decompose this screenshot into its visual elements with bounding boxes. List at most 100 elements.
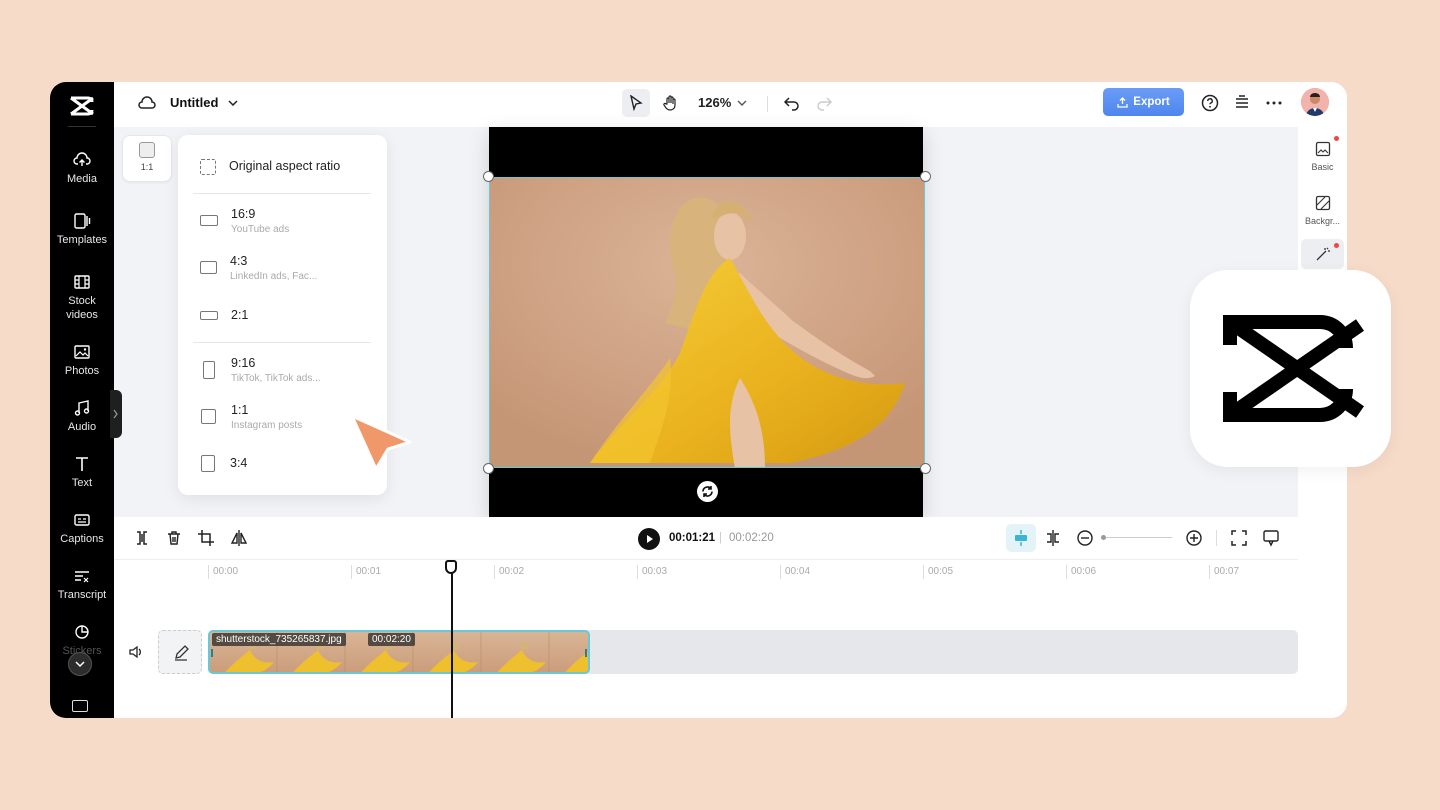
ratio-label: 3:4 xyxy=(230,456,248,470)
resize-handle[interactable] xyxy=(920,463,931,474)
ratio-label: 1:1 xyxy=(231,403,249,417)
ratio-9-16-icon xyxy=(203,361,215,379)
track-edit-button[interactable] xyxy=(158,630,202,674)
sidebar-item-label: Captions xyxy=(60,533,104,545)
scroll-more-button[interactable] xyxy=(68,652,92,676)
ratio-3-4-icon xyxy=(201,455,215,472)
timeline-ruler[interactable]: 00:00 00:01 00:02 00:03 00:04 00:05 00:0… xyxy=(114,561,1298,579)
pencil-icon xyxy=(175,645,189,661)
hand-icon xyxy=(662,95,676,111)
ruler-tick: 00:07 xyxy=(1209,565,1239,579)
play-button[interactable] xyxy=(638,528,660,550)
sidebar-item-text[interactable]: Text xyxy=(50,456,114,490)
timeline-panel: 00:01:21 | 00:02:20 00:00 00:01 00:02 00… xyxy=(114,517,1298,718)
select-tool-button[interactable] xyxy=(622,89,650,117)
avatar[interactable] xyxy=(1301,88,1329,116)
panel-tab-basic[interactable]: Basic xyxy=(1298,141,1347,172)
sidebar-item-stock-videos[interactable]: Stock videos xyxy=(50,274,114,322)
ratio-16-9-icon xyxy=(200,215,218,226)
aspect-ratio-button[interactable]: 1:1 xyxy=(122,135,172,182)
aspect-ratio-value: 1:1 xyxy=(140,162,154,172)
menu-item-9-16[interactable]: 9:16 TikTok, TikTok ads... xyxy=(200,356,321,384)
sidebar-item-label: Audio xyxy=(67,421,97,433)
resize-handle[interactable] xyxy=(920,171,931,182)
zoom-slider[interactable] xyxy=(1102,537,1172,538)
ratio-label: 9:16 xyxy=(231,356,256,370)
menu-item-16-9[interactable]: 16:9 YouTube ads xyxy=(200,207,289,235)
clip-trim-handle-left[interactable] xyxy=(211,649,213,657)
music-note-icon xyxy=(74,400,90,416)
feedback-icon[interactable] xyxy=(1262,529,1280,547)
zoom-value: 126% xyxy=(698,95,732,110)
resize-handle[interactable] xyxy=(483,171,494,182)
resize-handle[interactable] xyxy=(483,463,494,474)
menu-item-2-1[interactable]: 2:1 xyxy=(200,308,248,323)
sidebar-item-photos[interactable]: Photos xyxy=(50,344,114,378)
more-options-icon[interactable] xyxy=(1265,94,1283,112)
zoom-dropdown[interactable]: 126% xyxy=(698,95,747,110)
ruler-tick: 00:06 xyxy=(1066,565,1096,579)
sidebar-item-label: Templates xyxy=(56,234,108,246)
hand-tool-button[interactable] xyxy=(656,89,684,117)
playhead[interactable] xyxy=(451,563,453,718)
menu-item-original-ratio[interactable]: Original aspect ratio xyxy=(200,159,340,175)
chevron-down-icon xyxy=(75,661,85,668)
playhead-handle[interactable] xyxy=(445,560,457,574)
ruler-tick: 00:02 xyxy=(494,565,524,579)
export-label: Export xyxy=(1133,96,1170,108)
divider xyxy=(68,126,96,127)
layers-icon[interactable] xyxy=(1233,94,1251,112)
sidebar-item-templates[interactable]: Templates xyxy=(50,213,114,247)
split-icon[interactable] xyxy=(133,529,151,547)
sidebar-item-transcript[interactable]: Transcript xyxy=(50,568,114,602)
preview-canvas[interactable] xyxy=(483,127,931,517)
clip-trim-handle-right[interactable] xyxy=(585,649,587,657)
selected-photo[interactable] xyxy=(489,177,925,468)
project-title[interactable]: Untitled xyxy=(170,95,238,110)
export-button[interactable]: Export xyxy=(1103,88,1184,116)
menu-item-1-1[interactable]: 1:1 Instagram posts xyxy=(200,403,302,431)
volume-icon[interactable] xyxy=(128,644,144,660)
sidebar-item-captions[interactable]: Captions xyxy=(50,512,114,546)
cursor-icon xyxy=(630,95,643,111)
menu-item-3-4[interactable]: 3:4 xyxy=(200,455,248,472)
captions-icon xyxy=(74,514,90,526)
image-icon xyxy=(1315,141,1330,157)
clip-duration: 00:02:20 xyxy=(368,633,415,646)
flip-icon[interactable] xyxy=(230,529,248,547)
divider xyxy=(767,96,768,112)
redo-icon[interactable] xyxy=(815,94,833,112)
notification-dot xyxy=(1334,243,1339,248)
help-icon[interactable] xyxy=(1201,94,1219,112)
text-icon xyxy=(76,457,88,471)
transcript-icon xyxy=(75,571,89,583)
timeline-toolbar: 00:01:21 | 00:02:20 xyxy=(114,517,1298,559)
ratio-description: LinkedIn ads, Fac... xyxy=(230,271,318,282)
zoom-out-icon[interactable] xyxy=(1076,529,1094,547)
panel-tab-background[interactable]: Backgr... xyxy=(1298,195,1347,226)
collapse-panel-handle[interactable] xyxy=(110,390,122,438)
divider xyxy=(193,342,371,343)
keyboard-icon[interactable] xyxy=(72,700,88,712)
sidebar-item-label: Photos xyxy=(64,365,100,377)
clip-filename: shutterstock_735265837.jpg xyxy=(212,633,346,646)
rotate-button[interactable] xyxy=(697,481,718,502)
magnet-snap-button[interactable] xyxy=(1006,524,1036,552)
zoom-in-icon[interactable] xyxy=(1185,529,1203,547)
menu-item-4-3[interactable]: 4:3 LinkedIn ads, Fac... xyxy=(200,254,317,282)
play-icon xyxy=(647,535,653,543)
crop-icon[interactable] xyxy=(197,529,215,547)
fullscreen-icon[interactable] xyxy=(1230,529,1248,547)
ratio-4-3-icon xyxy=(200,261,217,274)
ratio-2-1-icon xyxy=(200,311,218,320)
menu-item-label: Original aspect ratio xyxy=(229,159,341,173)
cloud-icon[interactable] xyxy=(138,95,156,111)
sidebar-item-media[interactable]: Media xyxy=(50,152,114,186)
zoom-slider-thumb[interactable] xyxy=(1101,535,1106,540)
align-center-icon[interactable] xyxy=(1044,529,1062,547)
trash-icon[interactable] xyxy=(165,529,183,547)
sidebar-item-audio[interactable]: Audio xyxy=(50,400,114,434)
timeline-clip[interactable]: shutterstock_735265837.jpg 00:02:20 xyxy=(208,630,590,674)
undo-icon[interactable] xyxy=(783,94,801,112)
ruler-tick: 00:03 xyxy=(637,565,667,579)
